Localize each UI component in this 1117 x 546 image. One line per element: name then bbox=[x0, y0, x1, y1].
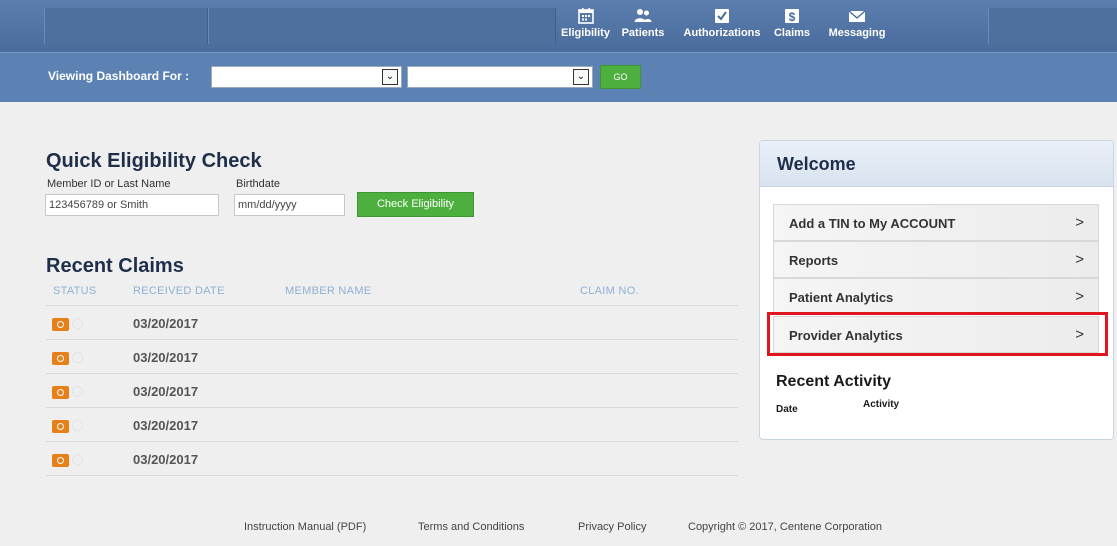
nav-label: Messaging bbox=[828, 27, 886, 39]
status-icon bbox=[52, 318, 69, 331]
welcome-item-reports[interactable]: Reports > bbox=[773, 241, 1099, 278]
status-dot-icon bbox=[72, 386, 83, 397]
column-header-status[interactable]: STATUS bbox=[53, 285, 97, 297]
recent-claims-title: Recent Claims bbox=[46, 255, 184, 277]
welcome-panel: Welcome Add a TIN to My ACCOUNT > Report… bbox=[759, 140, 1114, 440]
svg-text:$: $ bbox=[789, 10, 796, 24]
member-id-input[interactable]: 123456789 or Smith bbox=[45, 194, 219, 216]
go-button[interactable]: GO bbox=[600, 65, 641, 89]
nav-item-authorizations[interactable]: Authorizations bbox=[676, 6, 768, 39]
nav-label: Patients bbox=[621, 27, 665, 39]
dollar-icon: $ bbox=[782, 6, 802, 26]
column-header-claim-no[interactable]: CLAIM NO. bbox=[580, 285, 639, 297]
chevron-right-icon: > bbox=[1075, 251, 1084, 268]
chevron-right-icon: > bbox=[1075, 214, 1084, 231]
birthdate-input[interactable]: mm/dd/yyyy bbox=[234, 194, 345, 216]
chevron-down-icon[interactable]: ⌄ bbox=[573, 69, 589, 85]
received-date: 03/20/2017 bbox=[133, 350, 199, 365]
topbar-segment bbox=[44, 8, 208, 44]
nav-item-claims[interactable]: $ Claims bbox=[772, 6, 812, 39]
chevron-right-icon: > bbox=[1075, 288, 1084, 305]
status-icon bbox=[52, 386, 69, 399]
status-icon bbox=[52, 352, 69, 365]
birthdate-label: Birthdate bbox=[236, 178, 281, 190]
check-eligibility-button[interactable]: Check Eligibility bbox=[357, 192, 474, 217]
footer-link-privacy[interactable]: Privacy Policy bbox=[578, 521, 646, 533]
status-icon bbox=[52, 454, 69, 467]
table-row[interactable]: 03/20/2017 bbox=[46, 340, 738, 374]
topbar-segment bbox=[208, 8, 556, 44]
chevron-down-icon[interactable]: ⌄ bbox=[382, 69, 398, 85]
received-date: 03/20/2017 bbox=[133, 316, 199, 331]
welcome-item-label: Add a TIN to My ACCOUNT bbox=[789, 216, 956, 231]
column-header-date: Date bbox=[776, 404, 798, 415]
envelope-icon bbox=[847, 6, 867, 26]
dashboard-label: Viewing Dashboard For : bbox=[48, 69, 190, 83]
received-date: 03/20/2017 bbox=[133, 384, 199, 399]
recent-activity-title: Recent Activity bbox=[776, 373, 891, 390]
status-dot-icon bbox=[72, 454, 83, 465]
nav-label: Authorizations bbox=[683, 27, 761, 39]
status-dot-icon bbox=[72, 420, 83, 431]
welcome-item-patient-analytics[interactable]: Patient Analytics > bbox=[773, 278, 1099, 315]
top-navigation-bar: Eligibility Patients Authorizations $ Cl… bbox=[0, 0, 1117, 52]
column-header-activity: Activity bbox=[863, 399, 900, 410]
welcome-item-label: Reports bbox=[789, 253, 839, 268]
status-dot-icon bbox=[72, 352, 83, 363]
main-nav: Eligibility Patients Authorizations $ Cl… bbox=[558, 6, 892, 39]
member-id-label: Member ID or Last Name bbox=[47, 178, 171, 190]
nav-item-messaging[interactable]: Messaging bbox=[822, 6, 892, 39]
nav-label: Eligibility bbox=[561, 27, 610, 39]
status-dot-icon bbox=[72, 318, 83, 329]
table-row[interactable]: 03/20/2017 bbox=[46, 306, 738, 340]
topbar-segment bbox=[988, 8, 1117, 44]
table-row[interactable]: 03/20/2017 bbox=[46, 374, 738, 408]
dashboard-select-2[interactable]: ⌄ bbox=[407, 66, 593, 88]
column-header-received-date[interactable]: RECEIVED DATE bbox=[133, 285, 225, 297]
column-header-member-name[interactable]: MEMBER NAME bbox=[285, 285, 371, 297]
footer-link-terms[interactable]: Terms and Conditions bbox=[418, 521, 524, 533]
nav-label: Claims bbox=[773, 27, 811, 39]
welcome-item-add-tin[interactable]: Add a TIN to My ACCOUNT > bbox=[773, 204, 1099, 241]
received-date: 03/20/2017 bbox=[133, 452, 199, 467]
nav-item-eligibility[interactable]: Eligibility bbox=[558, 6, 613, 39]
highlight-annotation bbox=[767, 312, 1108, 356]
welcome-title: Welcome bbox=[777, 154, 856, 174]
dashboard-filter-bar: Viewing Dashboard For : ⌄ ⌄ GO bbox=[0, 52, 1117, 102]
welcome-item-label: Patient Analytics bbox=[789, 290, 894, 305]
checkbox-icon bbox=[712, 6, 732, 26]
people-icon bbox=[633, 6, 653, 26]
dashboard-select-1[interactable]: ⌄ bbox=[211, 66, 402, 88]
table-row[interactable]: 03/20/2017 bbox=[46, 442, 738, 476]
status-icon bbox=[52, 420, 69, 433]
nav-item-patients[interactable]: Patients bbox=[616, 6, 670, 39]
quick-eligibility-title: Quick Eligibility Check bbox=[46, 150, 262, 172]
footer-copyright: Copyright © 2017, Centene Corporation bbox=[688, 521, 882, 533]
footer-link-instruction-manual[interactable]: Instruction Manual (PDF) bbox=[244, 521, 366, 533]
calendar-icon bbox=[576, 6, 596, 26]
table-row[interactable]: 03/20/2017 bbox=[46, 408, 738, 442]
received-date: 03/20/2017 bbox=[133, 418, 199, 433]
